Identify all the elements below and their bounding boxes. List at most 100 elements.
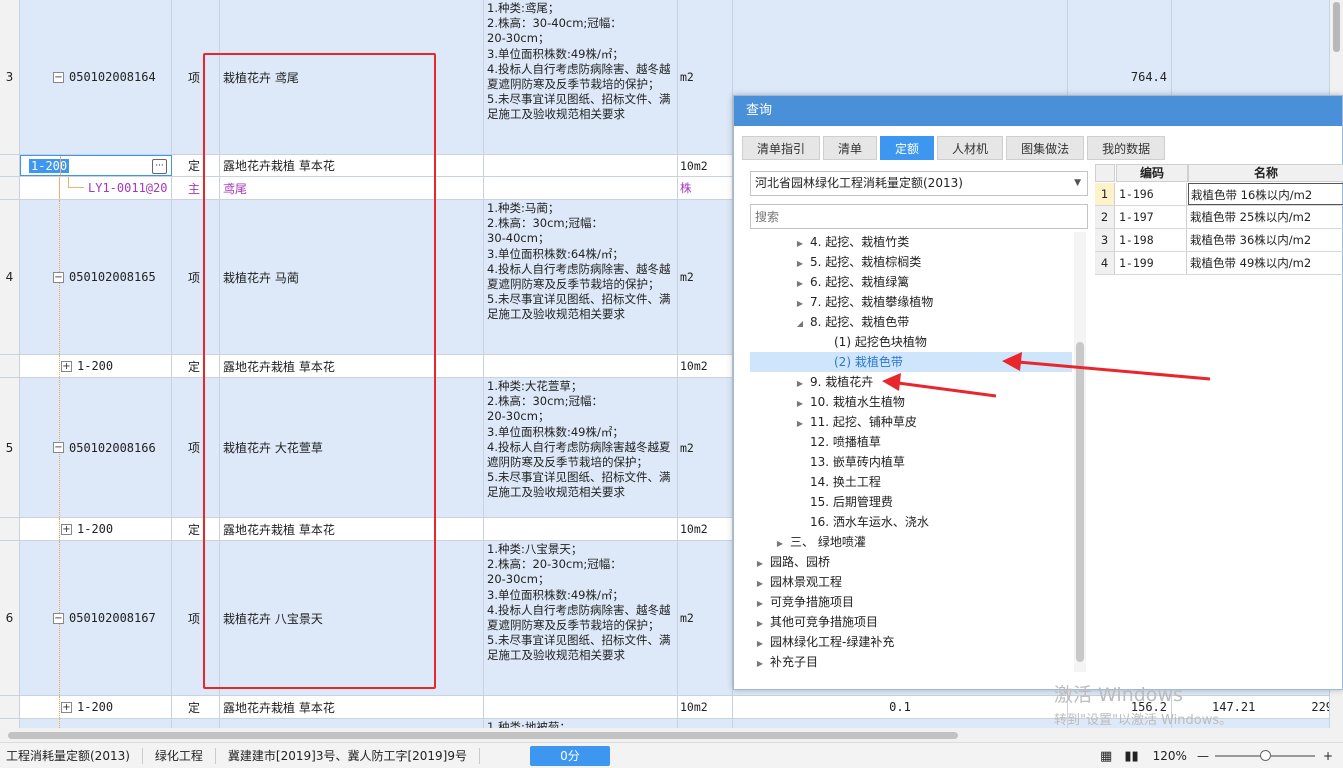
tree-node[interactable]: ▶ 园林绿化工程-绿建补充 — [750, 632, 1072, 652]
quantity-cell[interactable]: 0.1 — [733, 696, 1068, 718]
tree-node[interactable]: ▶ 园林景观工程 — [750, 572, 1072, 592]
tree-node[interactable]: ▶ 补充子目 — [750, 652, 1072, 672]
column-view-icon[interactable]: ▮▮ — [1124, 749, 1138, 764]
collapse-icon[interactable]: − — [53, 442, 64, 453]
name-cell[interactable]: 露地花卉栽植 草本花 — [220, 155, 484, 176]
zoom-in-icon[interactable]: + — [1323, 749, 1333, 763]
result-row[interactable]: 2 1-197 栽植色带 25株以内/m2 — [1095, 206, 1343, 229]
score-badge[interactable]: 0分 — [530, 746, 610, 766]
tab-3[interactable]: 人材机 — [937, 136, 1004, 160]
horizontal-scrollbar[interactable] — [0, 728, 1343, 742]
collapse-icon[interactable]: − — [53, 271, 64, 283]
caret-right-icon[interactable]: ▶ — [754, 574, 766, 594]
feature-cell[interactable] — [484, 177, 678, 199]
result-row[interactable]: 4 1-199 栽植色带 49株以内/m2 — [1095, 252, 1343, 275]
caret-right-icon[interactable]: ▶ — [794, 414, 806, 434]
zoom-out-icon[interactable]: — — [1197, 749, 1209, 763]
caret-right-icon[interactable]: ▶ — [794, 394, 806, 414]
tree-node[interactable]: 15. 后期管理费 — [750, 492, 1072, 512]
name-cell[interactable] — [220, 719, 484, 728]
feature-cell[interactable] — [484, 518, 678, 540]
library-select[interactable]: 河北省园林绿化工程消耗量定额(2013) ▼ — [750, 171, 1088, 196]
feature-cell[interactable]: 1.种类:地被菊； — [484, 719, 678, 728]
tree-node[interactable]: ▶ 园路、园桥 — [750, 552, 1072, 572]
feature-cell[interactable] — [484, 696, 678, 718]
feature-cell[interactable]: 1.种类:鸢尾； 2.株高：30-40cm;冠幅： 20-30cm； 3.单位面… — [484, 0, 678, 154]
tree-node[interactable]: ▶ 三、 绿地喷灌 — [750, 532, 1072, 552]
code-cell[interactable]: +1-200 — [20, 355, 172, 377]
expand-icon[interactable]: + — [61, 701, 72, 713]
caret-right-icon[interactable]: ▶ — [754, 554, 766, 574]
code-cell[interactable]: −050102008164 — [20, 0, 172, 154]
caret-right-icon[interactable]: ▶ — [794, 374, 806, 394]
tab-4[interactable]: 图集做法 — [1006, 136, 1085, 160]
search-input[interactable] — [750, 204, 1088, 229]
tree-node[interactable]: ▶ 其他可竞争措施项目 — [750, 612, 1072, 632]
name-cell[interactable]: 露地花卉栽植 草本花 — [220, 355, 484, 377]
zoom-slider[interactable] — [1214, 750, 1315, 761]
collapse-icon[interactable]: − — [53, 71, 64, 83]
feature-cell[interactable] — [484, 355, 678, 377]
tab-0[interactable]: 清单指引 — [742, 136, 821, 160]
tab-2[interactable]: 定额 — [880, 136, 935, 160]
tree-node[interactable]: 13. 嵌草砖内植草 — [750, 452, 1072, 472]
expand-icon[interactable]: + — [61, 360, 72, 372]
caret-right-icon[interactable]: ▶ — [794, 294, 806, 314]
tree-node[interactable]: (2) 栽植色带 — [750, 352, 1072, 372]
zoom-slider-knob[interactable] — [1259, 750, 1271, 761]
caret-right-icon[interactable]: ▶ — [754, 614, 766, 634]
more-icon[interactable]: ··· — [152, 159, 167, 174]
feature-cell[interactable]: 1.种类:八宝景天； 2.株高：20-30cm;冠幅： 20-30cm； 3.单… — [484, 541, 678, 695]
name-cell[interactable]: 鸢尾 — [220, 177, 484, 199]
quantity-cell[interactable] — [733, 719, 1068, 728]
code-cell[interactable]: −050102008167 — [20, 541, 172, 695]
caret-right-icon[interactable]: ▶ — [754, 594, 766, 614]
caret-right-icon[interactable]: ▶ — [754, 654, 766, 672]
feature-cell[interactable] — [484, 155, 678, 176]
name-cell[interactable]: 露地花卉栽植 草本花 — [220, 696, 484, 718]
hscroll-thumb[interactable] — [8, 732, 958, 739]
tree-node[interactable]: ◢ 8. 起挖、栽植色带 — [750, 312, 1072, 332]
tree-node[interactable]: ▶ 10. 栽植水生植物 — [750, 392, 1072, 412]
caret-right-icon[interactable]: ▶ — [754, 634, 766, 654]
result-row[interactable]: 3 1-198 栽植色带 36株以内/m2 — [1095, 229, 1343, 252]
tree-node[interactable]: 16. 洒水车运水、浇水 — [750, 512, 1072, 532]
name-cell[interactable]: 栽植花卉 鸢尾 — [220, 0, 484, 154]
code-cell[interactable]: 1-200 ··· — [20, 155, 172, 176]
name-cell[interactable]: 露地花卉栽植 草本花 — [220, 518, 484, 540]
expand-icon[interactable]: + — [61, 523, 72, 535]
tab-5[interactable]: 我的数据 — [1087, 136, 1166, 160]
tree-node[interactable]: ▶ 5. 起挖、栽植棕榈类 — [750, 252, 1072, 272]
caret-right-icon[interactable]: ▶ — [794, 234, 806, 254]
code-cell[interactable]: +1-200 — [20, 518, 172, 540]
name-cell[interactable]: 栽植花卉 大花萱草 — [220, 378, 484, 517]
caret-down-icon[interactable]: ◢ — [794, 314, 806, 334]
tree-node[interactable]: (1) 起挖色块植物 — [750, 332, 1072, 352]
tree-node[interactable]: ▶ 7. 起挖、栽植攀缘植物 — [750, 292, 1072, 312]
code-cell[interactable]: +1-200 — [20, 696, 172, 718]
code-cell[interactable]: LY1-0011@20 — [20, 177, 172, 199]
code-cell[interactable] — [20, 719, 172, 728]
caret-right-icon[interactable]: ▶ — [774, 534, 786, 554]
tab-1[interactable]: 清单 — [823, 136, 878, 160]
name-cell[interactable]: 栽植花卉 八宝景天 — [220, 541, 484, 695]
tree-node[interactable]: 12. 喷播植草 — [750, 432, 1072, 452]
tree-node[interactable]: ▶ 可竞争措施项目 — [750, 592, 1072, 612]
caret-right-icon[interactable]: ▶ — [794, 274, 806, 294]
collapse-icon[interactable]: − — [53, 612, 64, 624]
code-cell[interactable]: −050102008165 — [20, 200, 172, 354]
result-row[interactable]: 1 1-196 栽植色带 16株以内/m2 — [1095, 183, 1343, 206]
tree-node[interactable]: ▶ 9. 栽植花卉 — [750, 372, 1072, 392]
tree-node[interactable]: ▶ 11. 起挖、铺种草皮 — [750, 412, 1072, 432]
tree-node[interactable]: ▶ 4. 起挖、栽植竹类 — [750, 232, 1072, 252]
tree-node[interactable]: ▶ 6. 起挖、栽植绿篱 — [750, 272, 1072, 292]
main-vscroll-thumb[interactable] — [1333, 2, 1340, 52]
grid-view-icon[interactable]: ▦ — [1100, 749, 1112, 764]
name-cell[interactable]: 栽植花卉 马蔺 — [220, 200, 484, 354]
caret-right-icon[interactable]: ▶ — [794, 254, 806, 274]
tree-scrollbar[interactable] — [1074, 232, 1086, 672]
tree-node[interactable]: 14. 换土工程 — [750, 472, 1072, 492]
feature-cell[interactable]: 1.种类:马蔺； 2.株高：30cm;冠幅： 30-40cm； 3.单位面积株数… — [484, 200, 678, 354]
tree-scroll-thumb[interactable] — [1076, 342, 1084, 662]
feature-cell[interactable]: 1.种类:大花萱草； 2.株高：30cm;冠幅： 20-30cm； 3.单位面积… — [484, 378, 678, 517]
